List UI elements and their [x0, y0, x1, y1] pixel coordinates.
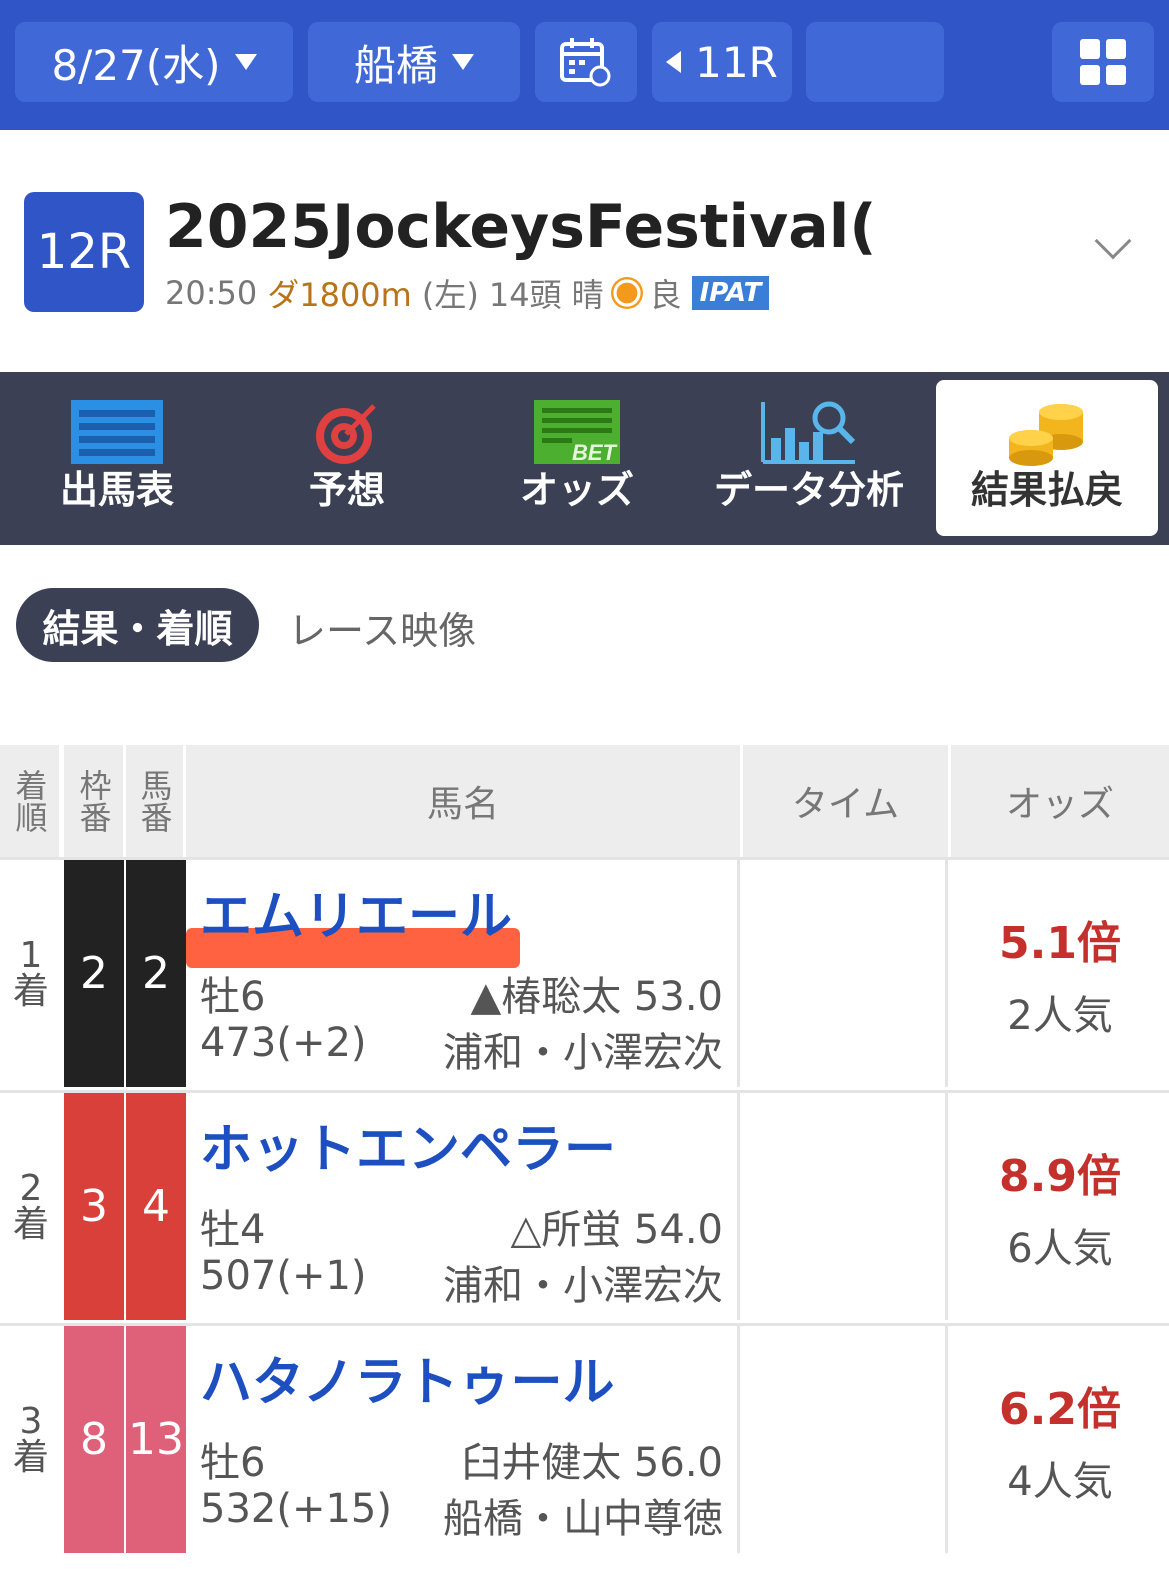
race-menu-bar: 出馬表 予想 BET オッズ データ分析 結果払戻 — [0, 372, 1169, 545]
trainer[interactable]: 浦和・小澤宏次 — [443, 1253, 723, 1311]
horse-name-link[interactable]: エムリエール — [200, 874, 512, 949]
sex-age: 牡4 — [200, 1207, 266, 1253]
calendar-button[interactable] — [535, 22, 637, 102]
caret-left-icon — [666, 51, 682, 73]
horse-name-link[interactable]: ハタノラトゥール — [200, 1340, 614, 1415]
rank-unit: 着 — [12, 1436, 49, 1478]
header-odds: オッズ — [951, 745, 1169, 857]
tab-race-video[interactable]: レース映像 — [288, 600, 476, 655]
race-weather: 晴 — [571, 276, 604, 314]
previous-race-label: 11R — [695, 37, 778, 87]
header-horse-name: 馬名 — [186, 745, 743, 857]
rank-cell: 1 着 — [0, 860, 62, 1087]
rank-number: 3 — [19, 1400, 43, 1442]
table-row[interactable]: 3 着 8 13 ハタノラトゥール 牡6 臼井健太 56.0 532(+15) … — [0, 1323, 1169, 1553]
table-row[interactable]: 1 着 2 2 エムリエール 牡6 ▲椿聡太 53.0 473(+2) 浦和・小… — [0, 857, 1169, 1087]
menu-prediction[interactable]: 予想 — [236, 380, 458, 536]
venue-label: 船橋 — [353, 40, 438, 90]
rank-number: 1 — [19, 934, 43, 976]
body-weight: 473(+2) — [200, 1020, 367, 1066]
top-bar: 8/27(水) 船橋 11R — [0, 0, 1169, 130]
odds-value: 8.9倍 — [999, 1150, 1121, 1202]
jockey-weight[interactable]: ▲椿聡太 53.0 — [470, 964, 723, 1022]
time-cell — [743, 1093, 948, 1320]
race-time: 20:50 — [165, 274, 258, 312]
menu-results-payout[interactable]: 結果払戻 — [936, 380, 1158, 536]
horse-name-link[interactable]: ホットエンペラー — [200, 1107, 616, 1182]
entry-list-icon — [71, 400, 163, 464]
coins-icon — [1009, 404, 1083, 466]
menu-label: 出馬表 — [59, 468, 174, 512]
race-title: 2025JockeysFestival( — [165, 192, 877, 262]
header-time: タイム — [743, 745, 951, 857]
sex-age: 牡6 — [200, 974, 266, 1020]
grid-icon — [1080, 39, 1126, 85]
popularity: 6人気 — [1007, 1225, 1113, 1272]
rank-number: 2 — [19, 1167, 43, 1209]
waku-cell: 3 — [64, 1093, 124, 1320]
race-track: 良 — [649, 276, 682, 314]
next-race-button[interactable] — [806, 22, 944, 102]
trainer[interactable]: 船橋・山中尊徳 — [443, 1486, 723, 1544]
chevron-down-icon[interactable] — [1094, 222, 1132, 260]
popularity: 4人気 — [1007, 1458, 1113, 1505]
time-cell — [743, 860, 948, 1087]
date-selector[interactable]: 8/27(水) — [15, 22, 293, 102]
body-weight: 532(+15) — [200, 1486, 392, 1532]
uma-cell: 13 — [126, 1326, 186, 1553]
sun-icon — [616, 282, 637, 304]
waku-cell: 2 — [64, 860, 124, 1087]
uma-cell: 2 — [126, 860, 186, 1087]
race-meta: 20:50 ダ1800m (左) 14頭 晴 良 IPAT — [165, 270, 770, 316]
header-rank: 着順 — [0, 745, 62, 857]
odds-cell: 6.2倍 4人気 — [951, 1326, 1169, 1553]
rank-unit: 着 — [12, 970, 49, 1012]
venue-selector[interactable]: 船橋 — [308, 22, 520, 102]
jockey-weight[interactable]: △所蛍 54.0 — [510, 1197, 723, 1255]
menu-label: オッズ — [519, 468, 634, 512]
rank-cell: 3 着 — [0, 1326, 62, 1553]
header-waku: 枠番 — [64, 745, 126, 857]
horse-cell: エムリエール 牡6 ▲椿聡太 53.0 473(+2) 浦和・小澤宏次 — [186, 860, 740, 1087]
menu-odds[interactable]: BET オッズ — [466, 380, 688, 536]
body-weight: 507(+1) — [200, 1253, 367, 1299]
header-uma: 馬番 — [126, 745, 186, 857]
table-row[interactable]: 2 着 3 4 ホットエンペラー 牡4 △所蛍 54.0 507(+1) 浦和・… — [0, 1090, 1169, 1320]
calendar-refresh-icon — [560, 38, 611, 87]
popularity: 2人気 — [1007, 992, 1113, 1039]
waku-cell: 8 — [64, 1326, 124, 1553]
horse-cell: ホットエンペラー 牡4 △所蛍 54.0 507(+1) 浦和・小澤宏次 — [186, 1093, 740, 1320]
menu-data-analysis[interactable]: データ分析 — [698, 380, 920, 536]
uma-cell: 4 — [126, 1093, 186, 1320]
ipat-badge: IPAT — [691, 276, 770, 310]
race-runners: 14頭 — [488, 276, 562, 314]
caret-down-icon — [234, 54, 257, 70]
date-label: 8/27(水) — [51, 40, 221, 90]
jockey-weight[interactable]: 臼井健太 56.0 — [461, 1430, 723, 1488]
race-course: ダ1800m — [267, 276, 412, 314]
caret-down-icon — [452, 54, 474, 70]
odds-cell: 5.1倍 2人気 — [951, 860, 1169, 1087]
bet-icon: BET — [534, 400, 620, 465]
race-direction: (左) — [421, 276, 479, 314]
time-cell — [743, 1326, 948, 1553]
odds-value: 6.2倍 — [999, 1383, 1121, 1435]
chart-search-icon — [761, 401, 856, 464]
svg-text:BET: BET — [572, 440, 618, 465]
odds-cell: 8.9倍 6人気 — [951, 1093, 1169, 1320]
race-number-badge: 12R — [24, 192, 144, 312]
rank-cell: 2 着 — [0, 1093, 62, 1320]
tab-results-order[interactable]: 結果・着順 — [16, 588, 259, 662]
menu-grid-button[interactable] — [1052, 22, 1154, 102]
odds-value: 5.1倍 — [999, 917, 1121, 969]
sex-age: 牡6 — [200, 1440, 266, 1486]
trainer[interactable]: 浦和・小澤宏次 — [443, 1020, 723, 1078]
rank-unit: 着 — [12, 1203, 49, 1245]
horse-cell: ハタノラトゥール 牡6 臼井健太 56.0 532(+15) 船橋・山中尊徳 — [186, 1326, 740, 1553]
menu-entry-list[interactable]: 出馬表 — [6, 380, 228, 536]
target-icon — [316, 404, 376, 464]
previous-race-button[interactable]: 11R — [652, 22, 792, 102]
